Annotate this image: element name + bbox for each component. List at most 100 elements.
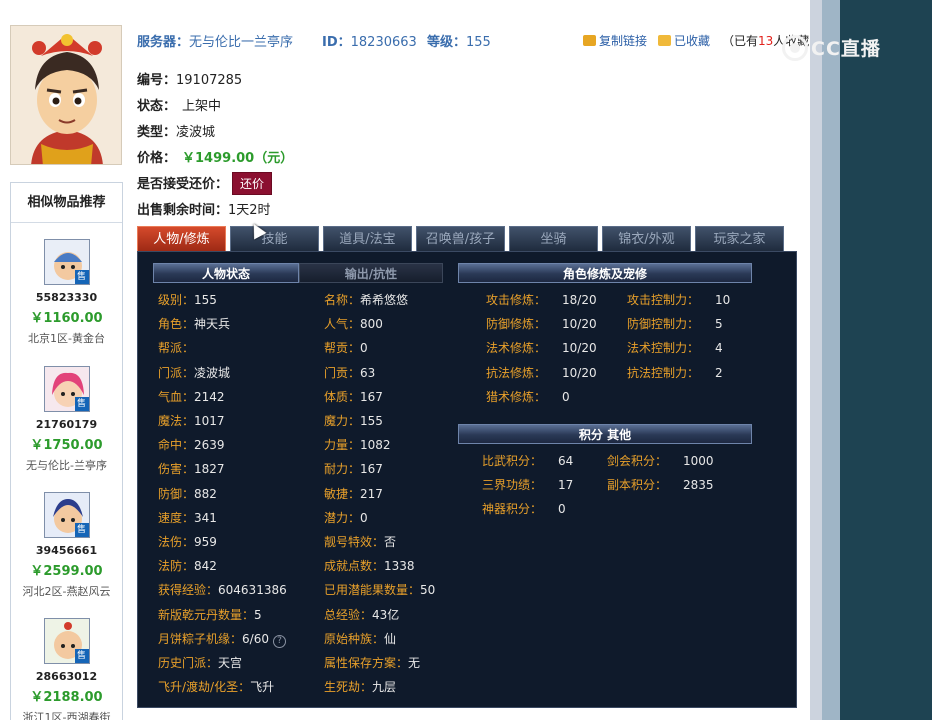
stat-label: 新版乾元丹数量： bbox=[158, 607, 255, 622]
bargain-button[interactable]: 还价 bbox=[232, 172, 273, 195]
stat-row: 攻击控制力： 10 bbox=[627, 291, 730, 308]
stat-row: 魔法：1017 bbox=[158, 412, 225, 429]
tab-player-home[interactable]: 玩家之家 bbox=[695, 226, 784, 251]
cultivation-header: 角色修炼及宠修 bbox=[458, 263, 752, 283]
item-thumbnail[interactable]: 售 bbox=[43, 366, 90, 412]
server-value: 无与伦比一兰亭序 bbox=[189, 35, 294, 50]
stat-row: 人气：800 bbox=[324, 315, 383, 332]
stat-value: 17 bbox=[558, 478, 574, 493]
stat-value: 无 bbox=[408, 656, 421, 670]
stat-value: 5 bbox=[715, 317, 723, 332]
stat-row: 法术修炼： 10/20 bbox=[486, 339, 597, 356]
tab-items[interactable]: 道具/法宝 bbox=[323, 226, 412, 251]
watermark-logo: CC直播 bbox=[782, 34, 912, 64]
item-price: ￥1750.00 bbox=[30, 438, 103, 453]
stat-value: 167 bbox=[360, 389, 383, 404]
stat-label: 历史门派： bbox=[158, 656, 219, 670]
stat-value: 155 bbox=[360, 414, 383, 428]
stat-value: 1827 bbox=[194, 462, 225, 477]
stat-label: 防御修炼： bbox=[486, 317, 547, 332]
item-thumbnail[interactable]: 售 bbox=[43, 492, 90, 538]
stat-label: 总经验： bbox=[324, 607, 373, 622]
serial-value: 19107285 bbox=[176, 73, 243, 88]
stat-row: 剑会积分： 1000 bbox=[607, 452, 714, 469]
item-server: 北京1区-黄金台 bbox=[28, 332, 105, 345]
item-price: ￥2188.00 bbox=[30, 690, 103, 705]
folder-star-icon bbox=[658, 35, 671, 46]
stat-row: 原始种族：仙 bbox=[324, 630, 396, 647]
stat-value: 1338 bbox=[384, 559, 415, 574]
stat-label: 获得经验： bbox=[158, 583, 219, 598]
stat-value: 1082 bbox=[360, 438, 391, 453]
stat-row: 帮贡：0 bbox=[324, 339, 368, 356]
stat-label: 潜力： bbox=[324, 510, 361, 525]
stat-label: 法术修炼： bbox=[486, 341, 547, 356]
stat-value: 155 bbox=[194, 293, 217, 307]
stat-row: 新版乾元丹数量：5 bbox=[158, 606, 262, 623]
stat-row: 敏捷：217 bbox=[324, 485, 383, 502]
tab-costumes[interactable]: 锦衣/外观 bbox=[602, 226, 691, 251]
similar-item[interactable]: 售 28663012 ￥2188.00 浙江1区-西湖春街 bbox=[11, 618, 122, 720]
stat-value: 九层 bbox=[372, 680, 397, 695]
tab-character[interactable]: 人物/修炼 bbox=[137, 226, 226, 251]
stat-label: 敏捷： bbox=[324, 486, 361, 501]
stat-value: 希希悠悠 bbox=[360, 293, 409, 307]
server-label: 服务器： bbox=[137, 35, 190, 50]
similar-item[interactable]: 售 21760179 ￥1750.00 无与伦比-兰亭序 bbox=[11, 366, 122, 473]
stat-value: 2835 bbox=[683, 478, 714, 493]
item-id: 55823330 bbox=[35, 291, 98, 304]
item-server: 无与伦比-兰亭序 bbox=[26, 459, 107, 472]
stat-value: 2639 bbox=[194, 438, 225, 453]
item-server: 浙江1区-西湖春街 bbox=[22, 711, 111, 720]
item-id: 39456661 bbox=[35, 544, 98, 557]
stat-label: 神器积分： bbox=[482, 502, 543, 517]
tab-output-resist[interactable]: 输出/抗性 bbox=[299, 263, 443, 283]
stat-label: 法术控制力： bbox=[627, 341, 700, 356]
stat-row: 门派：凌波城 bbox=[158, 364, 230, 381]
serial-label: 编号： bbox=[137, 73, 177, 88]
stat-label: 门派： bbox=[158, 365, 195, 380]
time-left-row: 出售剩余时间：1天2时 bbox=[137, 199, 271, 218]
tab-char-status[interactable]: 人物状态 bbox=[153, 263, 299, 283]
stat-value: 1000 bbox=[683, 454, 714, 468]
similar-item[interactable]: 售 39456661 ￥2599.00 河北2区-燕赵风云 bbox=[11, 492, 122, 599]
for-sale-badge: 售 bbox=[74, 649, 89, 663]
stat-label: 月饼粽子机缘： bbox=[158, 631, 243, 646]
stat-value: 10/20 bbox=[562, 317, 597, 332]
stat-value: 2142 bbox=[194, 389, 225, 404]
stat-label: 已用潜能果数量： bbox=[324, 583, 421, 598]
stat-value: 800 bbox=[360, 317, 383, 332]
stat-label: 比武积分： bbox=[482, 454, 543, 468]
stat-value: 天宫 bbox=[218, 656, 243, 670]
stat-value: 10 bbox=[715, 293, 731, 307]
stat-label: 名称： bbox=[324, 293, 361, 307]
stat-value: 64 bbox=[558, 454, 574, 468]
stat-value: 63 bbox=[360, 365, 376, 380]
stat-label: 副本积分： bbox=[607, 478, 668, 493]
stat-row: 比武积分： 64 bbox=[482, 452, 573, 469]
favorite-button[interactable]: 已收藏 bbox=[658, 32, 710, 49]
tab-pets[interactable]: 召唤兽/孩子 bbox=[416, 226, 505, 251]
help-icon[interactable]: ? bbox=[272, 634, 286, 648]
stat-value: 217 bbox=[360, 486, 383, 501]
similar-item[interactable]: 售 55823330 ￥1160.00 北京1区-黄金台 bbox=[11, 239, 122, 346]
stat-row: 已用潜能果数量：50 bbox=[324, 581, 435, 598]
copy-link-button[interactable]: 复制链接 bbox=[583, 32, 647, 49]
item-thumbnail[interactable]: 售 bbox=[43, 239, 90, 285]
price-row: 价格： ￥1499.00（元） bbox=[137, 147, 293, 166]
type-value: 凌波城 bbox=[176, 125, 216, 140]
fav-count-prefix: （已有 bbox=[722, 34, 759, 48]
stat-value: 50 bbox=[420, 583, 436, 598]
tab-mounts[interactable]: 坐骑 bbox=[509, 226, 598, 251]
copy-link-label: 复制链接 bbox=[599, 34, 648, 48]
similar-items-title: 相似物品推荐 bbox=[11, 183, 122, 223]
item-thumbnail[interactable]: 售 bbox=[43, 618, 90, 664]
stat-value: 0 bbox=[562, 389, 570, 404]
stat-value: 167 bbox=[360, 462, 383, 477]
for-sale-badge: 售 bbox=[74, 523, 89, 537]
id-value: 18230663 bbox=[350, 35, 417, 50]
watermark-text: CC直播 bbox=[811, 38, 881, 60]
stat-label: 体质： bbox=[324, 389, 361, 404]
tab-skills[interactable]: 技能 bbox=[230, 226, 319, 251]
stat-value: 604631386 bbox=[218, 583, 287, 598]
